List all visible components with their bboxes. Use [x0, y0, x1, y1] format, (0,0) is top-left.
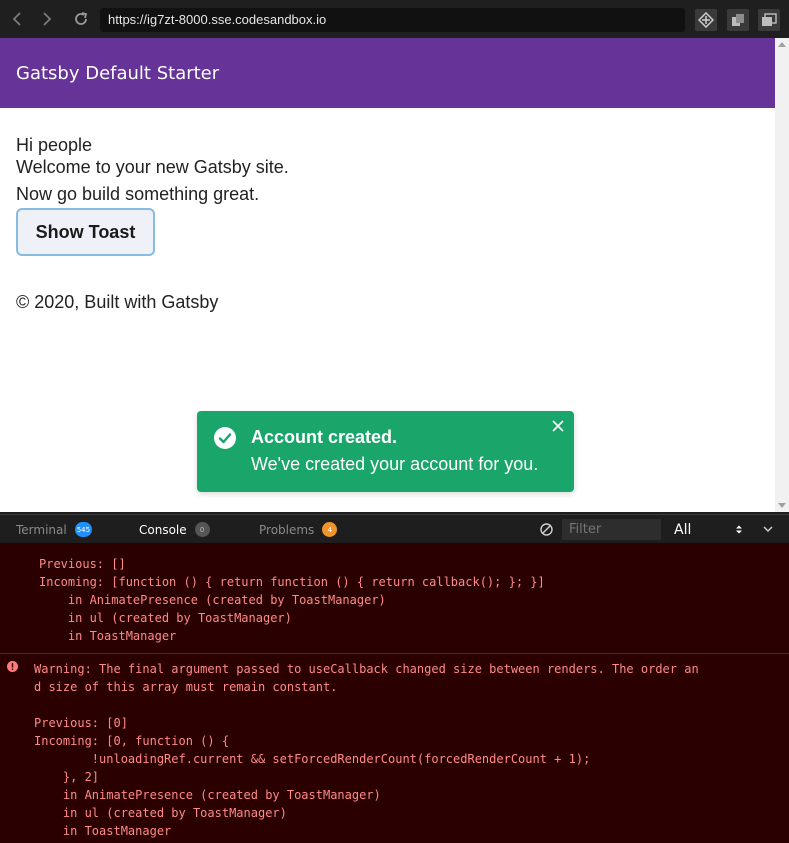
toast-message: We've created your account for you.: [251, 454, 539, 474]
console-count-badge: 0: [194, 522, 210, 537]
console-divider: [0, 653, 789, 654]
back-button[interactable]: [4, 0, 30, 38]
sandbox-icon[interactable]: [695, 9, 717, 31]
tab-problems[interactable]: Problems 4: [259, 515, 338, 544]
problems-count-badge: 4: [322, 522, 338, 537]
clear-console-icon[interactable]: [540, 523, 553, 536]
scroll-up-arrow[interactable]: [778, 42, 786, 47]
console-output: Previous: [] Incoming: [function () { re…: [0, 543, 789, 843]
console-line: d size of this array must remain constan…: [34, 680, 338, 694]
error-icon: [7, 661, 18, 672]
tab-console[interactable]: Console 0: [139, 515, 210, 544]
page-scrollbar[interactable]: [775, 38, 789, 512]
page-viewport: Gatsby Default Starter Hi people Welcome…: [0, 38, 775, 512]
address-bar[interactable]: https://ig7zt-8000.sse.codesandbox.io: [100, 8, 685, 32]
toast-notification: Account created. We've created your acco…: [197, 411, 574, 492]
site-title[interactable]: Gatsby Default Starter: [16, 63, 219, 84]
tab-terminal-label: Terminal: [16, 522, 67, 537]
reload-button[interactable]: [68, 0, 94, 38]
tagline-text: Now go build something great.: [16, 184, 260, 204]
forward-button[interactable]: [34, 0, 60, 38]
console-line: in ul (created by ToastManager): [34, 806, 287, 820]
scroll-down-arrow[interactable]: [778, 503, 786, 508]
console-line: in ToastManager: [34, 824, 172, 838]
devtools-panel: Terminal 545 Console 0 Problems 4 All Pr…: [0, 514, 789, 843]
reload-icon: [75, 12, 88, 25]
copy-icon[interactable]: [727, 9, 749, 31]
log-level-select[interactable]: All: [668, 519, 746, 540]
console-line: in ToastManager: [39, 629, 177, 643]
browser-toolbar: https://ig7zt-8000.sse.codesandbox.io: [0, 0, 789, 38]
console-line: in AnimatePresence (created by ToastMana…: [39, 593, 386, 607]
console-line: }, 2]: [34, 770, 100, 784]
console-line: Previous: []: [39, 557, 126, 571]
terminal-count-badge: 545: [74, 522, 93, 537]
tab-console-label: Console: [139, 522, 187, 537]
console-line: Incoming: [function () { return function…: [39, 575, 545, 589]
console-line: Incoming: [0, function () {: [34, 734, 230, 748]
log-level-value: All: [674, 521, 692, 538]
site-header: Gatsby Default Starter: [0, 38, 775, 108]
footer-text: © 2020, Built with Gatsby: [16, 292, 219, 312]
close-icon[interactable]: [552, 420, 564, 432]
page-content: Hi people Welcome to your new Gatsby sit…: [0, 108, 775, 313]
show-toast-button[interactable]: Show Toast: [16, 208, 155, 256]
console-filter-input[interactable]: [562, 519, 661, 540]
select-arrows-icon: [736, 525, 742, 534]
console-line: in ul (created by ToastManager): [39, 611, 292, 625]
tab-problems-label: Problems: [259, 522, 315, 537]
devtools-tabbar: Terminal 545 Console 0 Problems 4 All: [0, 514, 789, 543]
new-window-icon[interactable]: [758, 9, 780, 31]
console-line: Previous: [0]: [34, 716, 128, 730]
tab-terminal[interactable]: Terminal 545: [16, 515, 93, 544]
chevron-right-icon: [43, 12, 52, 26]
console-line: in AnimatePresence (created by ToastMana…: [34, 788, 381, 802]
chevron-down-icon[interactable]: [763, 526, 773, 533]
check-circle-icon: [214, 427, 236, 449]
page-heading: Hi people: [16, 135, 93, 155]
welcome-text: Welcome to your new Gatsby site.: [16, 157, 289, 177]
chevron-left-icon: [12, 12, 21, 26]
console-line: Warning: The final argument passed to us…: [34, 662, 699, 676]
console-line: !unloadingRef.current && setForcedRender…: [34, 752, 591, 766]
toast-title: Account created.: [251, 427, 398, 447]
